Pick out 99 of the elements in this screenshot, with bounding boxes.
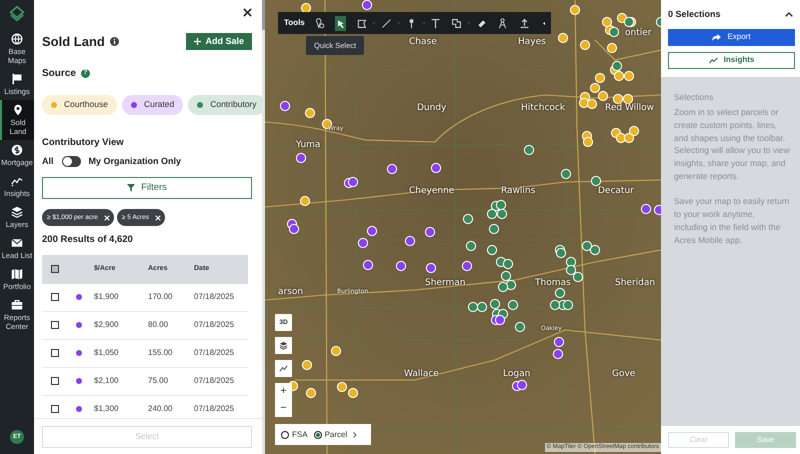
source-chip[interactable]: Courthouse <box>42 94 117 114</box>
selections-title: 0 Selections <box>668 8 721 21</box>
nav-icon <box>11 237 23 249</box>
table-cell-text: $2,900 <box>94 319 120 331</box>
header-checkbox[interactable] <box>51 265 59 273</box>
row-checkbox[interactable] <box>51 293 59 301</box>
source-chip[interactable]: Curated <box>122 94 184 114</box>
nav-icon <box>11 144 23 156</box>
nav-icon <box>11 73 23 85</box>
table-cell-text: 75.00 <box>148 375 170 387</box>
table-cell-text: 240.00 <box>148 403 174 415</box>
place-label: Chase <box>409 36 437 49</box>
place-label: Gove <box>612 368 636 381</box>
table-cell-text: $1,300 <box>94 403 120 415</box>
help-paragraph: Zoom in to select parcels or create custom points, lines, and shapes using the toolbar. Selecting will allow you to view insights, share your map, and generate reports. <box>674 106 790 182</box>
place-label: Wallace <box>404 368 439 381</box>
place-label: Thomas <box>535 277 571 290</box>
toolbar-label: Tools <box>284 17 305 29</box>
caret-icon[interactable] <box>396 21 400 25</box>
chart-icon <box>279 364 288 373</box>
table-cell-text: 07/18/2025 <box>194 347 236 359</box>
satellite-map[interactable] <box>265 0 661 454</box>
place-label: arson <box>278 286 304 299</box>
lasso-icon[interactable] <box>314 16 325 30</box>
logo-icon <box>8 5 26 23</box>
close-icon[interactable] <box>243 8 252 17</box>
insights-button[interactable]: Insights <box>668 52 795 68</box>
selections-heading: Selections <box>674 90 714 104</box>
table-cell-text: 07/18/2025 <box>194 319 236 331</box>
table-cell-text: 80.00 <box>148 319 170 331</box>
place-label: Decatur <box>598 185 634 198</box>
result-row[interactable]: $1,900 170.00 07/18/2025 <box>42 284 248 312</box>
table-cell-text: 170.00 <box>148 291 174 303</box>
collapse-icon[interactable] <box>542 20 545 26</box>
place-label: Cheyenne <box>409 185 454 198</box>
place-label: Sheridan <box>615 277 656 290</box>
remove-icon[interactable] <box>154 214 161 221</box>
place-label: Yuma <box>296 139 320 152</box>
result-row[interactable]: $2,900 80.00 07/18/2025 <box>42 312 248 340</box>
place-label: Dundy <box>417 102 446 115</box>
zoom-out-button[interactable]: − <box>275 400 292 417</box>
compass-icon[interactable] <box>497 16 508 30</box>
caret-icon[interactable] <box>422 21 426 25</box>
cursor-icon[interactable] <box>335 16 346 30</box>
insights-button[interactable] <box>275 360 292 377</box>
place-label: Logan <box>503 368 530 381</box>
section-title: Contributory View <box>42 136 125 150</box>
table-cell-text: $2,100 <box>94 375 120 387</box>
nav-icon <box>12 104 24 116</box>
zoom-in-button[interactable]: + <box>275 383 292 400</box>
table-cell-text: 155.00 <box>148 347 174 359</box>
toggle-label: All <box>42 154 54 168</box>
layer-radio[interactable]: Parcel <box>314 428 348 440</box>
toggle-switch[interactable] <box>62 156 81 167</box>
row-checkbox[interactable] <box>51 321 59 329</box>
info-icon[interactable] <box>110 37 119 46</box>
source-chip[interactable]: Contributory <box>188 94 262 114</box>
place-label: Rawlins <box>501 185 536 198</box>
place-label: Sherman <box>425 277 466 290</box>
place-label: Red Willow <box>605 102 654 115</box>
toggle-label: My Organization Only <box>88 154 182 168</box>
table-cell-text: 07/18/2025 <box>194 291 236 303</box>
place-label: Hayes <box>518 36 546 49</box>
nav-icon <box>11 206 23 218</box>
nav-icon <box>11 299 23 311</box>
table-cell-text: 07/18/2025 <box>194 375 236 387</box>
add-sale-button[interactable]: Add Sale <box>186 33 252 50</box>
layer-radio[interactable]: FSA <box>281 428 308 440</box>
row-checkbox[interactable] <box>51 405 59 413</box>
caret-icon[interactable] <box>372 21 376 25</box>
result-row[interactable]: $1,050 155.00 07/18/2025 <box>42 340 248 368</box>
chart-icon <box>708 56 718 64</box>
result-row[interactable]: $1,300 240.00 07/18/2025 <box>42 396 248 418</box>
chevron-up-icon[interactable] <box>785 12 793 18</box>
table-cell-text: 07/18/2025 <box>194 403 236 415</box>
place-label: ontier <box>625 27 652 40</box>
results-count: 200 Results of 4,620 <box>42 233 134 248</box>
source-label: Source <box>42 66 76 80</box>
layers-button[interactable] <box>275 337 292 354</box>
remove-icon[interactable] <box>104 214 110 221</box>
plus-icon <box>194 38 202 46</box>
nav-icon <box>11 175 23 187</box>
nav-icon <box>11 268 23 280</box>
result-row[interactable]: $2,100 75.00 07/18/2025 <box>42 368 248 396</box>
table-cell-text: $1,900 <box>94 291 120 303</box>
help-paragraph: Save your map to easily return to your work anytime, including in the field with the Acres Mobile app. <box>674 195 790 246</box>
share-arrow-icon <box>712 34 722 40</box>
export-button[interactable]: Export <box>668 28 795 46</box>
row-checkbox[interactable] <box>51 349 59 357</box>
filters-button[interactable]: Filters <box>42 177 252 200</box>
nav-icon <box>11 33 23 45</box>
caret-icon[interactable] <box>467 21 471 25</box>
table-cell-text: $1,050 <box>94 347 120 359</box>
chevron-right-icon[interactable] <box>353 432 358 438</box>
filter-icon <box>127 184 136 192</box>
place-label: Hitchcock <box>521 102 566 115</box>
panel-title: Sold Land <box>42 33 105 51</box>
row-checkbox[interactable] <box>51 377 59 385</box>
layers-icon <box>279 341 288 350</box>
